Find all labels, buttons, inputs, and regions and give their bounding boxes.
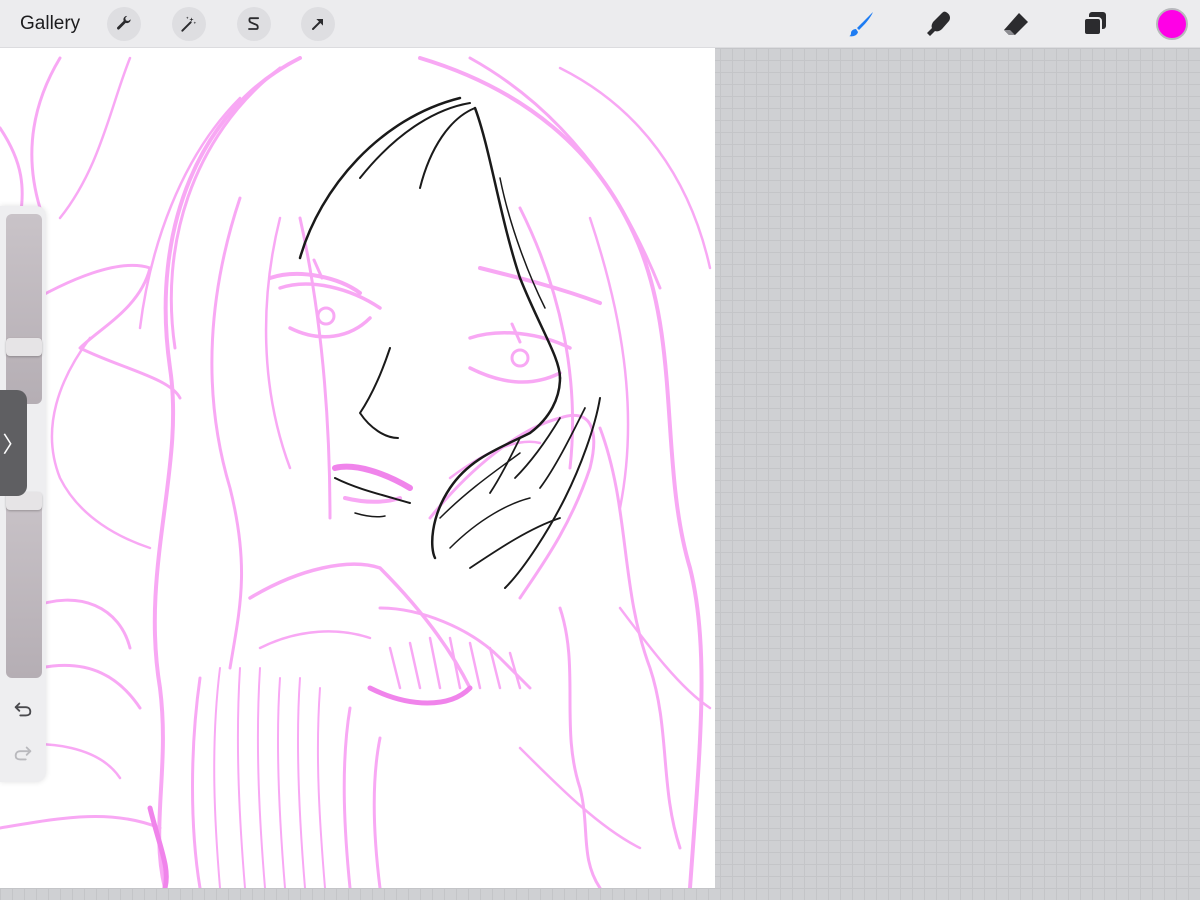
- layers-button[interactable]: [1077, 6, 1113, 42]
- wrench-icon: [116, 15, 131, 30]
- arrow-cursor-icon: [312, 19, 323, 30]
- layers-icon: [1083, 12, 1106, 36]
- selection-s-icon: [248, 17, 260, 30]
- brush-size-handle[interactable]: [6, 338, 42, 356]
- undo-arrow-icon: [14, 702, 32, 717]
- eraser-tool-button[interactable]: [998, 6, 1034, 42]
- magic-wand-icon: [181, 16, 197, 32]
- selection-button[interactable]: [237, 7, 271, 41]
- brush-tool-button[interactable]: [843, 6, 879, 42]
- procreate-app: Gallery 〉: [0, 0, 1200, 900]
- adjustments-button[interactable]: [172, 7, 206, 41]
- redo-arrow-icon: [14, 746, 32, 761]
- modify-button[interactable]: 〉: [0, 390, 27, 496]
- gallery-button[interactable]: Gallery: [20, 12, 80, 36]
- top-toolbar: Gallery: [0, 0, 1200, 48]
- eraser-icon: [1004, 13, 1028, 35]
- drawing-canvas[interactable]: [0, 48, 715, 888]
- undo-button[interactable]: [10, 696, 36, 722]
- chevron-right-icon: 〉: [2, 432, 25, 457]
- transform-button[interactable]: [301, 7, 335, 41]
- brush-size-slider[interactable]: [6, 214, 42, 404]
- brush-opacity-slider[interactable]: [6, 492, 42, 678]
- redo-button[interactable]: [10, 740, 36, 766]
- brush-icon: [849, 12, 873, 37]
- sketch-artwork: [0, 56, 712, 888]
- smudge-finger-icon: [927, 11, 950, 36]
- smudge-tool-button[interactable]: [921, 6, 957, 42]
- actions-button[interactable]: [107, 7, 141, 41]
- color-picker-button[interactable]: [1156, 8, 1188, 40]
